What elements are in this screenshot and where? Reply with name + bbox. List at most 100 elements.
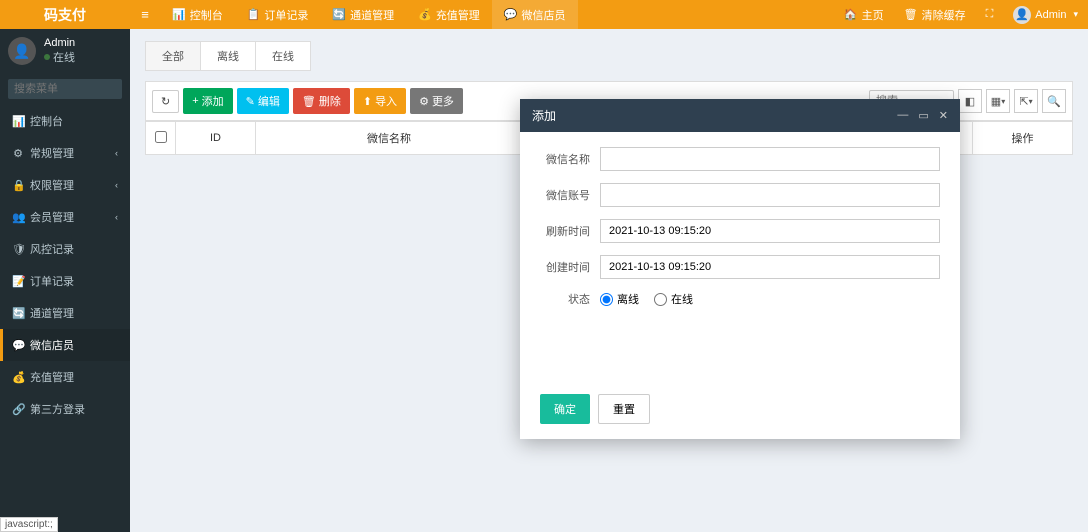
input-create-time[interactable] [600, 255, 940, 279]
sidebar-item-channels[interactable]: 🔄通道管理 [0, 297, 130, 329]
input-wechat-account[interactable] [600, 183, 940, 207]
refresh-icon: ↻ [161, 95, 170, 108]
sidebar-item-members[interactable]: 👥会员管理‹ [0, 201, 130, 233]
sidebar-item-wechat-staff[interactable]: 💬微信店员 [0, 329, 130, 361]
toggle-icon: ◧ [965, 95, 975, 108]
money-icon: 💰 [12, 371, 24, 384]
sidebar-item-recharge[interactable]: 💰充值管理 [0, 361, 130, 393]
th-action: 操作 [973, 122, 1073, 155]
plus-icon: + [192, 95, 198, 107]
users-icon: 👥 [12, 211, 24, 224]
chevron-down-icon: ▾ [1073, 9, 1078, 20]
th-id[interactable]: ID [176, 122, 256, 155]
tab-offline[interactable]: 离线 [200, 41, 256, 71]
tab-online[interactable]: 在线 [255, 41, 311, 71]
user-avatar: 👤 [8, 37, 36, 65]
modal-title: 添加 [532, 107, 556, 124]
chevron-down-icon: ▾ [1001, 97, 1005, 106]
import-button[interactable]: ⬆导入 [354, 88, 406, 114]
edit-button[interactable]: ✎编辑 [237, 88, 289, 114]
label-create-time: 创建时间 [540, 259, 600, 275]
home-link[interactable]: 🏠主页 [834, 7, 894, 23]
chevron-left-icon: ‹ [115, 212, 118, 222]
label-status: 状态 [540, 291, 600, 307]
menu-toggle-icon[interactable]: ≡ [130, 7, 160, 22]
delete-button[interactable]: 🗑删除 [293, 88, 350, 114]
search-button[interactable]: 🔍 [1042, 89, 1066, 113]
user-panel: 👤 Admin 在线 [0, 29, 130, 73]
modal-header[interactable]: 添加 — ▭ ✕ [520, 99, 960, 132]
sidebar: 👤 Admin 在线 🔍 📊控制台 ⚙常规管理‹ 🔒权限管理‹ 👥会员管理‹ 🛡… [0, 29, 130, 532]
chevron-left-icon: ‹ [115, 148, 118, 158]
label-refresh-time: 刷新时间 [540, 223, 600, 239]
app-logo: 码支付 [0, 5, 130, 25]
input-wechat-name[interactable] [600, 147, 940, 171]
trash-icon: 🗑 [302, 95, 316, 108]
money-icon: 💰 [418, 8, 432, 21]
export-icon: ⇱ [1019, 95, 1028, 108]
clear-cache-link[interactable]: 🗑清除缓存 [894, 7, 976, 23]
grid-icon: ▦ [991, 95, 1001, 108]
wechat-icon: 💬 [12, 339, 24, 352]
status-dot-icon [44, 54, 50, 60]
topnav-orders[interactable]: 📋订单记录 [235, 0, 321, 29]
user-name: Admin [44, 37, 75, 49]
reset-button[interactable]: 重置 [598, 394, 650, 424]
toggle-view-button[interactable]: ◧ [958, 89, 982, 113]
gear-icon: ⚙ [12, 147, 24, 160]
sync-icon: 🔄 [332, 8, 346, 21]
topnav-recharge[interactable]: 💰充值管理 [406, 0, 492, 29]
sidebar-search-input[interactable] [8, 79, 130, 99]
sidebar-item-orders[interactable]: 📝订单记录 [0, 265, 130, 297]
filter-tabs: 全部 离线 在线 [145, 41, 1073, 71]
pencil-icon: ✎ [246, 95, 255, 108]
topnav-dashboard[interactable]: 📊控制台 [160, 0, 235, 29]
user-menu[interactable]: 👤 Admin ▾ [1003, 6, 1088, 24]
topnav-wechat-staff[interactable]: 💬微信店员 [492, 0, 578, 29]
sidebar-item-permissions[interactable]: 🔒权限管理‹ [0, 169, 130, 201]
label-wechat-name: 微信名称 [540, 151, 600, 167]
main-content: 全部 离线 在线 ↻ +添加 ✎编辑 🗑删除 ⬆导入 ⚙更多 ◧ ▦▾ ⇱▾ 🔍 [130, 29, 1088, 532]
status-bar: javascript:; [0, 517, 58, 532]
avatar-icon: 👤 [1013, 6, 1031, 24]
sidebar-item-general[interactable]: ⚙常规管理‹ [0, 137, 130, 169]
input-refresh-time[interactable] [600, 219, 940, 243]
maximize-button[interactable]: ▭ [918, 109, 928, 122]
add-button[interactable]: +添加 [183, 88, 232, 114]
fullscreen-button[interactable]: ⛶ [976, 8, 1004, 21]
add-modal: 添加 — ▭ ✕ 微信名称 微信账号 刷新时间 [520, 99, 960, 439]
home-icon: 🏠 [844, 8, 858, 21]
link-icon: 🔗 [12, 403, 24, 416]
chevron-down-icon: ▾ [1029, 97, 1033, 106]
sidebar-item-dashboard[interactable]: 📊控制台 [0, 105, 130, 137]
user-status: 在线 [44, 49, 75, 65]
dashboard-icon: 📊 [12, 115, 24, 128]
label-wechat-account: 微信账号 [540, 187, 600, 203]
chevron-left-icon: ‹ [115, 180, 118, 190]
shield-icon: 🛡 [12, 243, 24, 256]
radio-online[interactable]: 在线 [654, 291, 693, 307]
lock-icon: 🔒 [12, 179, 24, 192]
export-button[interactable]: ⇱▾ [1014, 89, 1038, 113]
tab-all[interactable]: 全部 [145, 41, 201, 71]
list-icon: 📋 [247, 8, 261, 21]
search-icon: 🔍 [1047, 95, 1061, 108]
wechat-icon: 💬 [504, 8, 518, 21]
trash-icon: 🗑 [904, 8, 918, 21]
top-navigation: 📊控制台 📋订单记录 🔄通道管理 💰充值管理 💬微信店员 [160, 0, 578, 29]
gear-icon: ⚙ [419, 95, 429, 108]
submit-button[interactable]: 确定 [540, 394, 590, 424]
th-wechat-name[interactable]: 微信名称 [256, 122, 523, 155]
select-all-checkbox[interactable] [155, 131, 167, 143]
minimize-button[interactable]: — [897, 109, 908, 122]
refresh-button[interactable]: ↻ [152, 90, 179, 113]
radio-offline[interactable]: 离线 [600, 291, 639, 307]
columns-button[interactable]: ▦▾ [986, 89, 1010, 113]
sidebar-item-risk[interactable]: 🛡风控记录 [0, 233, 130, 265]
sync-icon: 🔄 [12, 307, 24, 320]
sidebar-item-thirdparty[interactable]: 🔗第三方登录 [0, 393, 130, 425]
more-button[interactable]: ⚙更多 [410, 88, 463, 114]
close-button[interactable]: ✕ [939, 109, 948, 122]
dashboard-icon: 📊 [172, 8, 186, 21]
topnav-channels[interactable]: 🔄通道管理 [320, 0, 406, 29]
